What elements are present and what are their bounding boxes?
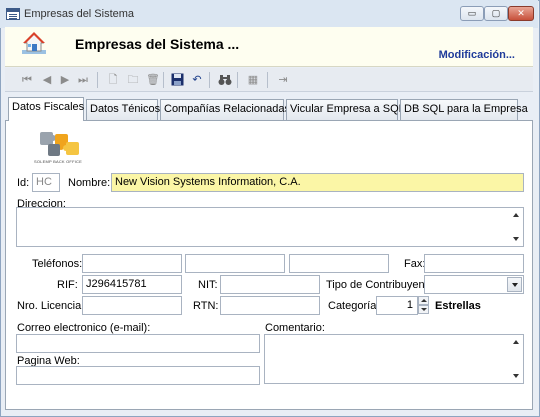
tab-datos-fiscales[interactable]: Datos Fiscales [8, 97, 84, 121]
categoria-label: Categoría: [328, 300, 380, 312]
binoculars-icon [218, 75, 232, 85]
estrellas-label: Estrellas [435, 300, 481, 312]
save-icon-graphic [171, 73, 183, 86]
last-icon[interactable]: ⏭ [75, 72, 91, 88]
grid-icon[interactable]: ▦ [245, 72, 261, 88]
open-folder-icon[interactable]: 🗀 [125, 72, 141, 88]
licencia-field[interactable] [82, 296, 182, 315]
scroll-up-arrow-icon[interactable] [513, 340, 519, 344]
header-title: Empresas del Sistema ... [75, 36, 240, 52]
prev-icon[interactable]: ◀ [39, 72, 55, 88]
new-doc-icon[interactable]: 🗋 [105, 72, 121, 88]
delete-icon[interactable]: 🗑 [145, 72, 161, 88]
mode-label: Modificación... [438, 49, 515, 61]
puzzle-logo-icon [40, 132, 79, 156]
nit-label: NIT: [198, 279, 218, 291]
pagina-web-field[interactable] [16, 366, 260, 385]
telefono-3-field[interactable] [289, 254, 389, 273]
toolbar-separator [97, 72, 98, 88]
comentario-scrollbar[interactable] [511, 335, 523, 383]
house-icon [22, 32, 46, 54]
tab-companias-relacionadas[interactable]: Compañías Relacionadas [160, 99, 290, 120]
toolbar-separator [237, 72, 238, 88]
id-field[interactable]: HC [32, 173, 60, 192]
comentario-label: Comentario: [265, 322, 325, 334]
correo-label: Correo electronico (e-mail): [17, 322, 151, 334]
tipo-contribuyente-select[interactable] [424, 275, 524, 294]
maximize-button[interactable]: ▢ [484, 6, 508, 21]
nombre-label: Nombre: [68, 177, 111, 189]
close-button[interactable]: ✕ [508, 6, 534, 21]
id-label: Id: [17, 177, 30, 189]
tab-vincular-empresa-sql[interactable]: Vicular Empresa a SQL [286, 99, 405, 120]
undo-icon[interactable]: ↶ [189, 72, 205, 88]
title-bar[interactable]: Empresas del Sistema ▭ ▢ ✕ [0, 0, 538, 28]
telefono-1-field[interactable] [82, 254, 182, 273]
stepper-up-icon[interactable] [418, 296, 429, 305]
scroll-down-arrow-icon[interactable] [513, 374, 519, 378]
toolbar-separator [267, 72, 268, 88]
minimize-button[interactable]: ▭ [460, 6, 484, 21]
rif-field[interactable]: J296415781 [82, 275, 182, 294]
tipo-contribuyente-label: Tipo de Contribuyente [326, 279, 434, 291]
direccion-scrollbar[interactable] [511, 208, 523, 246]
company-logo: SOLEMP BACK OFFICE [34, 128, 86, 168]
logo-caption: SOLEMP BACK OFFICE [34, 159, 82, 164]
toolbar-separator [163, 72, 164, 88]
fax-label: Fax: [404, 258, 426, 270]
toolbar: ⏮ ◀ ▶ ⏭ 🗋 🗀 🗑 ↶ ▦ ⇥ [5, 68, 533, 92]
scroll-up-arrow-icon[interactable] [513, 213, 519, 217]
dropdown-arrow-icon[interactable] [507, 277, 522, 292]
telefonos-label: Teléfonos: [32, 258, 83, 270]
telefono-2-field[interactable] [185, 254, 285, 273]
correo-field[interactable] [16, 334, 260, 353]
comentario-field[interactable] [264, 334, 524, 384]
header-band: Empresas del Sistema ... Modificación... [5, 27, 533, 67]
categoria-field[interactable]: 1 [376, 296, 418, 315]
nit-field[interactable] [220, 275, 320, 294]
tab-datos-tecnicos[interactable]: Datos Ténicos [86, 99, 160, 120]
rif-label: RIF: [57, 279, 78, 291]
stepper-down-icon[interactable] [418, 305, 429, 314]
nombre-field[interactable]: New Vision Systems Information, C.A. [111, 173, 524, 192]
first-icon[interactable]: ⏮ [19, 72, 35, 88]
rtn-field[interactable] [220, 296, 320, 315]
next-icon[interactable]: ▶ [57, 72, 73, 88]
find-icon[interactable] [217, 72, 233, 88]
licencia-label: Nro. Licencia: [17, 300, 85, 312]
toolbar-separator [209, 72, 210, 88]
window-title: Empresas del Sistema [24, 8, 135, 20]
app-window-icon [6, 8, 20, 20]
categoria-stepper[interactable] [418, 296, 429, 315]
save-icon[interactable] [169, 72, 185, 88]
exit-icon[interactable]: ⇥ [275, 72, 291, 88]
rtn-label: RTN: [193, 300, 219, 312]
direccion-field[interactable] [16, 207, 524, 247]
tab-db-sql-empresa[interactable]: DB SQL para la Empresa [400, 99, 528, 120]
scroll-down-arrow-icon[interactable] [513, 237, 519, 241]
fax-field[interactable] [424, 254, 524, 273]
